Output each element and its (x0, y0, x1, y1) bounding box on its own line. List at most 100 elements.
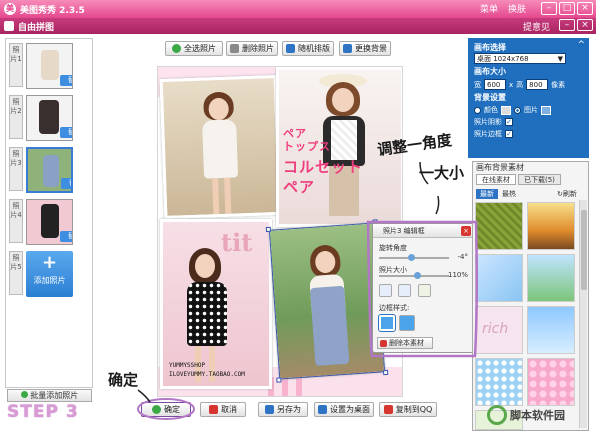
slider-knob[interactable] (408, 254, 415, 261)
rotate-value: -4° (457, 253, 468, 261)
select-all-button[interactable]: 全选照片 (165, 41, 223, 56)
material-scrollbar[interactable] (579, 200, 587, 428)
trash-icon (230, 44, 239, 53)
collage-icon (4, 21, 14, 31)
photo-slot-3[interactable]: 照片3 替换 (9, 147, 91, 193)
random-layout-button[interactable]: 随机排版 (282, 41, 334, 56)
border-style-2-icon[interactable] (399, 315, 415, 331)
add-icon (20, 391, 28, 398)
minimize-icon[interactable]: – (541, 2, 557, 15)
canvas-settings-panel: ^ 画布选择 桌面 1024x768 ▼ 画布大小 宽 600 x 高 800 … (468, 38, 589, 158)
material-tile[interactable]: rich (475, 306, 523, 354)
delete-material-button[interactable]: 删除本素材 (377, 337, 433, 349)
bg-image-radio[interactable] (514, 106, 521, 114)
scrollbar-thumb[interactable] (581, 210, 587, 290)
collage-photo-4[interactable]: tit YUMMYSSHOP ILOVEYUMMY.TAOBAO.COM (160, 219, 272, 389)
feedback-link[interactable]: 提意见 (523, 20, 550, 33)
photo-slot-2[interactable]: 照片2 替换 (9, 95, 91, 141)
collage-photo-3[interactable] (268, 222, 386, 380)
reset-icon[interactable] (418, 284, 431, 297)
slot-tab: 照片1 (9, 43, 23, 87)
slot-tab: 照片2 (9, 95, 23, 139)
filter-hottest[interactable]: 最热 (498, 189, 520, 199)
color-swatch[interactable] (501, 105, 511, 115)
menu-item-menu[interactable]: 菜单 (480, 2, 498, 15)
replace-button[interactable]: 替换 (61, 178, 71, 189)
bg-settings-title: 背景设置 (474, 93, 506, 102)
tab-downloaded[interactable]: 已下载(5) (518, 174, 561, 185)
resize-handle[interactable] (265, 226, 272, 233)
collapse-icon[interactable]: ^ (577, 40, 585, 50)
top-menu: 菜单 换肤 (480, 2, 526, 15)
change-bg-button[interactable]: 更换背景 (339, 41, 391, 56)
resize-handle[interactable] (276, 377, 282, 383)
flip-vertical-icon[interactable] (398, 284, 411, 297)
selected-photo-frame[interactable] (265, 219, 389, 383)
image-swatch[interactable] (541, 105, 551, 115)
canvas-size-row: 宽 600 x 高 800 像素 (474, 79, 566, 90)
annotation-arrow (435, 195, 440, 215)
cancel-button[interactable]: 取消 (200, 402, 246, 417)
border-style-label: 边框样式: (379, 304, 410, 312)
check-icon (172, 44, 181, 53)
bg-type-row: 颜色 图片 (474, 105, 583, 115)
collage-photo-1[interactable] (159, 75, 282, 219)
resize-handle[interactable] (382, 369, 389, 376)
shadow-checkbox[interactable]: ✓ (505, 118, 513, 126)
bg-color-radio[interactable] (474, 106, 481, 114)
close-icon[interactable]: × (577, 2, 593, 15)
collage-close-icon[interactable]: × (577, 19, 593, 31)
collage-minimize-icon[interactable]: – (559, 19, 575, 31)
slot-thumbnail[interactable]: 替换 (26, 147, 73, 193)
copy-to-qq-button[interactable]: 复制到QQ (379, 402, 437, 417)
set-wallpaper-button[interactable]: 设置为桌面 (314, 402, 374, 417)
tab-online[interactable]: 在线素材 (476, 174, 516, 185)
slider-knob[interactable] (414, 272, 421, 279)
annotation-arrow (137, 389, 151, 403)
annotation-ok: 确定 (108, 371, 139, 389)
photo-slot-4[interactable]: 照片4 替换 (9, 199, 91, 245)
slot-thumbnail[interactable]: 替换 (26, 199, 73, 245)
material-tile[interactable] (527, 358, 575, 406)
close-icon[interactable]: × (461, 226, 471, 236)
width-input[interactable]: 600 (484, 79, 506, 90)
material-tile[interactable] (475, 254, 523, 302)
rotate-slider[interactable] (379, 254, 449, 261)
collage-canvas[interactable]: ペア トップス コルセット ペア tit YUMMYSSHOP ILOVEYUM… (157, 66, 403, 397)
step-label: STEP 3 (7, 402, 79, 422)
material-tile[interactable] (527, 306, 575, 354)
watermark-logo: 脚本软件园 (487, 405, 565, 425)
flip-horizontal-icon[interactable] (379, 284, 392, 297)
batch-add-button[interactable]: 批量添加照片 (7, 389, 92, 402)
border-style-1-icon[interactable] (378, 314, 396, 332)
height-input[interactable]: 800 (526, 79, 549, 90)
add-photo-button[interactable]: + 添加照片 (26, 251, 73, 297)
slot-thumbnail[interactable]: 替换 (26, 43, 73, 89)
qq-icon (383, 405, 393, 414)
refresh-button[interactable]: ↻刷新 (553, 189, 581, 199)
slot-thumbnail[interactable]: 替换 (26, 95, 73, 141)
rotate-label: 旋转角度 (379, 244, 407, 252)
collage-titlebar: 自由拼图 提意见 – × (0, 18, 596, 34)
menu-item-skin[interactable]: 换肤 (508, 2, 526, 15)
delete-photo-button[interactable]: 删除照片 (226, 41, 278, 56)
material-tile[interactable] (527, 202, 575, 250)
size-slider[interactable] (379, 272, 449, 279)
material-tile[interactable] (527, 254, 575, 302)
filter-newest[interactable]: 最新 (476, 189, 498, 199)
material-tile[interactable] (475, 202, 523, 250)
add-photo-label: 添加照片 (33, 276, 66, 285)
replace-button[interactable]: 替换 (60, 231, 72, 242)
photo-slot-1[interactable]: 照片1 替换 (9, 43, 91, 89)
maximize-icon[interactable]: □ (559, 2, 575, 15)
annotation-size: 一大小 (419, 164, 465, 182)
photo-slot-5[interactable]: 照片5 + 添加照片 (9, 251, 91, 297)
replace-button[interactable]: 替换 (60, 75, 72, 86)
canvas-preset-select[interactable]: 桌面 1024x768 ▼ (474, 53, 566, 64)
cancel-icon (209, 405, 218, 414)
border-checkbox[interactable]: ✓ (505, 130, 513, 138)
save-as-button[interactable]: 另存为 (258, 402, 308, 417)
material-tile[interactable] (475, 358, 523, 406)
ok-button[interactable]: 确定 (141, 402, 191, 417)
replace-button[interactable]: 替换 (60, 127, 72, 138)
